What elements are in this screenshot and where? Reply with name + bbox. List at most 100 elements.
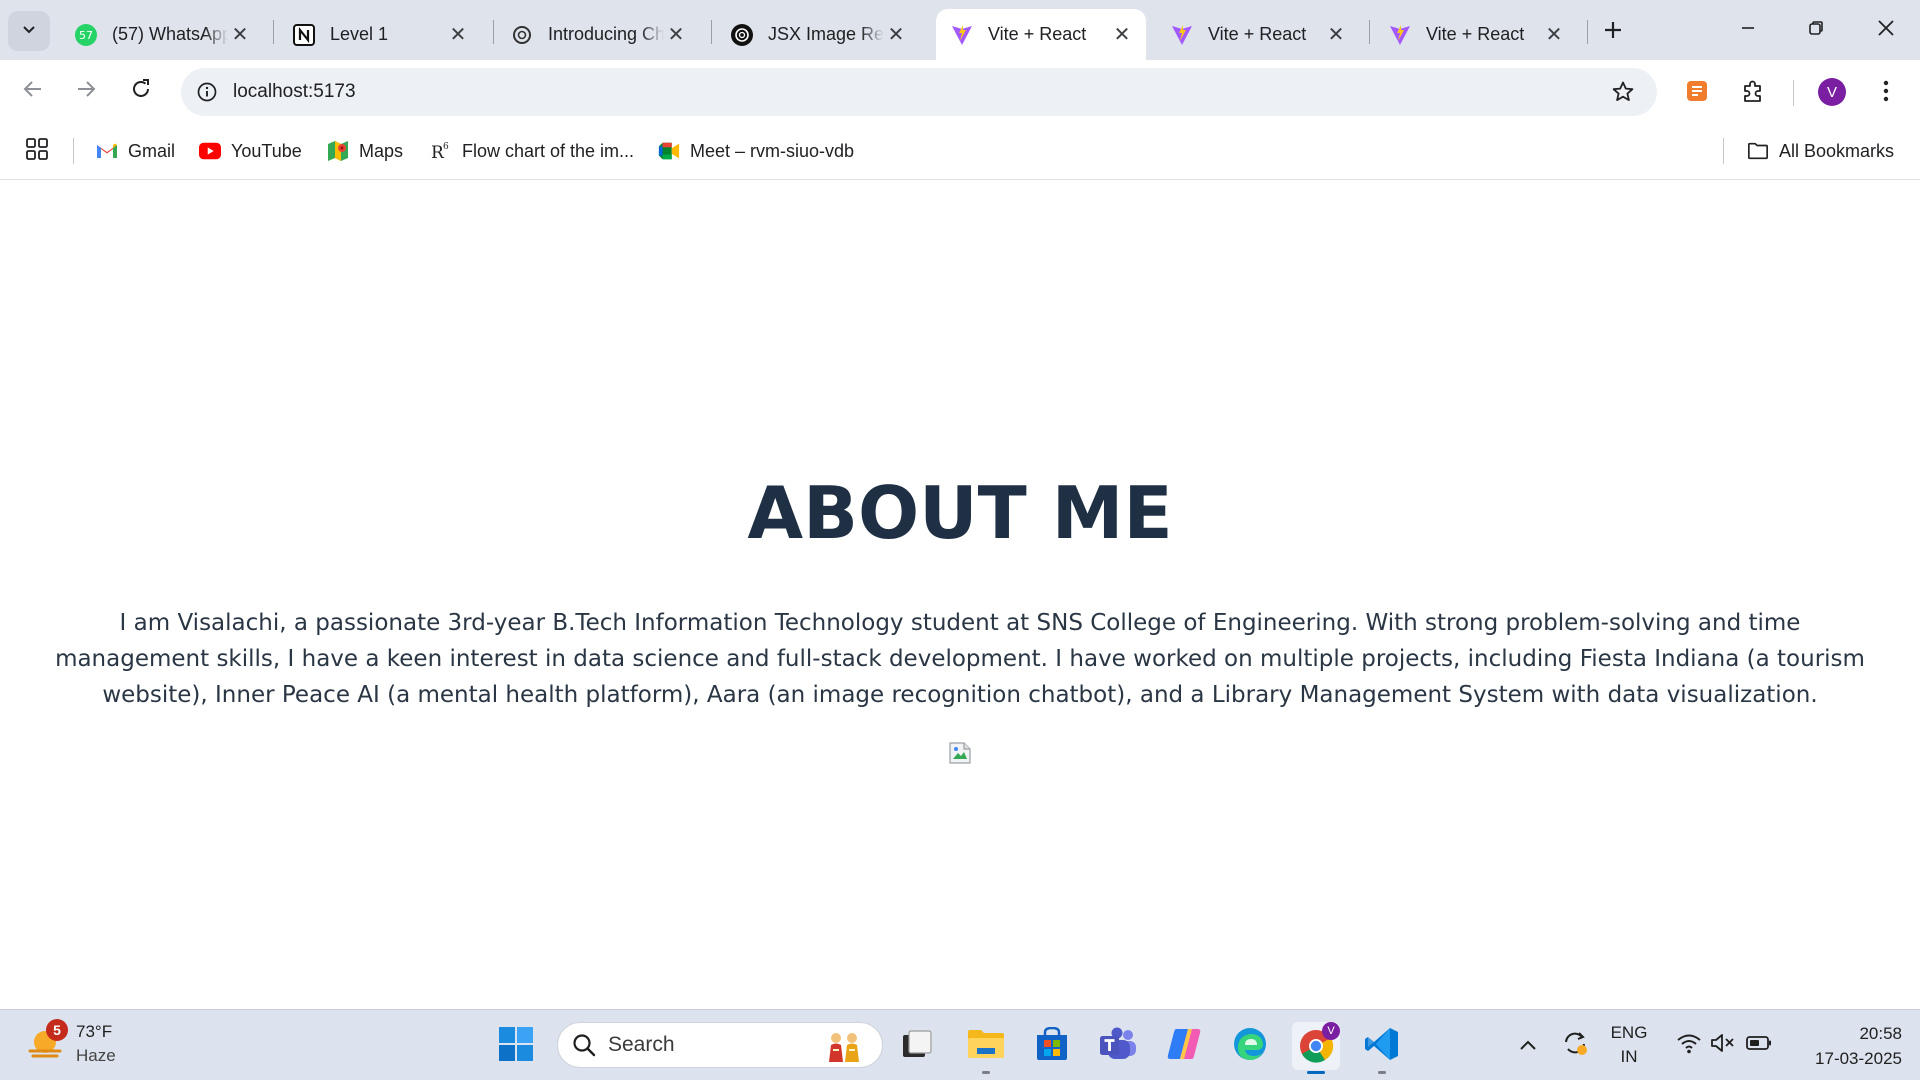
- bookmarks-bar: Gmail YouTube Maps R6 Flow chart of the …: [0, 122, 1920, 180]
- page-content: ABOUT ME I am Visalachi, a passionate 3r…: [0, 181, 1920, 1009]
- tab-whatsapp[interactable]: 57 (57) WhatsApp ✕: [60, 9, 264, 60]
- tab-title: Vite + React: [1426, 24, 1525, 44]
- minimize-button[interactable]: [1718, 8, 1778, 52]
- tab-vite-react-2[interactable]: Vite + React ✕: [1156, 9, 1360, 60]
- bookmark-youtube[interactable]: YouTube: [199, 137, 302, 165]
- edge-button[interactable]: [1226, 1022, 1274, 1070]
- battery-icon: [1746, 1035, 1772, 1056]
- close-icon[interactable]: ✕: [1542, 23, 1566, 47]
- teams-icon: [1099, 1027, 1137, 1066]
- tab-title: Introducing ChatGPT: [548, 24, 664, 44]
- volume-muted-icon: [1710, 1032, 1736, 1059]
- chrome-icon: V: [1298, 1022, 1340, 1064]
- tab-title: (57) WhatsApp: [112, 24, 228, 44]
- bookmark-separator: [73, 138, 74, 164]
- chevron-up-icon: [1519, 1036, 1537, 1056]
- restore-icon: [1808, 20, 1824, 41]
- search-highlight-icon: [824, 1028, 864, 1064]
- bookmark-flow-chart[interactable]: R6 Flow chart of the im...: [430, 137, 634, 165]
- chevron-down-icon: [21, 21, 37, 42]
- task-view-icon: [901, 1029, 933, 1064]
- tab-separator: [1587, 20, 1588, 44]
- site-info-icon[interactable]: [195, 80, 219, 104]
- restore-button[interactable]: [1786, 8, 1846, 52]
- chrome-button[interactable]: V: [1292, 1022, 1340, 1074]
- r6-icon: R6: [430, 140, 452, 162]
- language-indicator[interactable]: ENG IN: [1604, 1021, 1654, 1069]
- sync-tray-button[interactable]: [1557, 1010, 1593, 1080]
- task-view-button[interactable]: [893, 1022, 941, 1070]
- new-tab-button[interactable]: [1595, 14, 1631, 48]
- search-icon: [572, 1033, 596, 1057]
- teams-button[interactable]: [1094, 1022, 1142, 1070]
- tab-strip: 57 (57) WhatsApp ✕ Level 1 ✕ Introducing…: [0, 0, 1920, 60]
- close-icon[interactable]: ✕: [1110, 23, 1134, 47]
- tab-level-1[interactable]: Level 1 ✕: [278, 9, 482, 60]
- url-input[interactable]: [233, 81, 1533, 103]
- bookmark-label: Meet – rvm-siuo-vdb: [690, 140, 855, 161]
- taskbar-search[interactable]: Search: [557, 1022, 883, 1068]
- folder-icon: [1747, 140, 1769, 162]
- tab-separator: [273, 20, 274, 44]
- start-button[interactable]: [492, 1022, 540, 1070]
- reload-button[interactable]: [121, 71, 161, 111]
- sync-icon: [1561, 1029, 1589, 1062]
- search-label: Search: [608, 1033, 675, 1056]
- copilot-button[interactable]: [1160, 1022, 1208, 1070]
- apps-grid-button[interactable]: [26, 137, 48, 165]
- microsoft-store-button[interactable]: [1028, 1022, 1076, 1070]
- whatsapp-icon: 57: [74, 23, 98, 47]
- gmail-icon: [96, 140, 118, 162]
- running-indicator: [1378, 1071, 1386, 1074]
- tab-title: Level 1: [330, 24, 389, 44]
- folder-icon: [967, 1028, 1005, 1065]
- battery-button[interactable]: [1742, 1010, 1776, 1080]
- edge-icon: [1232, 1026, 1268, 1067]
- menu-kebab-icon[interactable]: [1870, 75, 1902, 107]
- back-button[interactable]: [13, 71, 53, 111]
- running-indicator: [1307, 1071, 1325, 1074]
- weather-temperature: 73°F: [76, 1022, 113, 1041]
- tab-vite-react-active[interactable]: Vite + React ✕: [936, 9, 1146, 60]
- tab-introducing[interactable]: Introducing ChatGPT ✕: [496, 9, 700, 60]
- openai-icon: [730, 23, 754, 47]
- minimize-icon: [1740, 20, 1756, 41]
- vscode-button[interactable]: [1358, 1022, 1406, 1074]
- all-bookmarks-label: All Bookmarks: [1779, 140, 1895, 161]
- show-hidden-icons-button[interactable]: [1512, 1010, 1544, 1080]
- system-clock[interactable]: 20:58 17-03-2025: [1782, 1021, 1902, 1071]
- vite-icon: [1388, 23, 1412, 47]
- profile-avatar[interactable]: V: [1818, 78, 1846, 106]
- file-explorer-button[interactable]: [962, 1022, 1010, 1074]
- volume-button[interactable]: [1706, 1010, 1740, 1080]
- close-icon[interactable]: ✕: [884, 23, 908, 47]
- bookmark-star-icon[interactable]: [1611, 80, 1635, 104]
- bookmark-gmail[interactable]: Gmail: [96, 137, 175, 165]
- close-window-button[interactable]: [1856, 8, 1916, 52]
- all-bookmarks-button[interactable]: All Bookmarks: [1747, 137, 1894, 165]
- close-icon[interactable]: ✕: [664, 23, 688, 47]
- apps-grid-icon: [26, 137, 48, 165]
- bookmark-maps[interactable]: Maps: [327, 137, 403, 165]
- tab-search-button[interactable]: [8, 11, 50, 51]
- extensions-puzzle-icon[interactable]: [1737, 75, 1769, 107]
- address-bar[interactable]: [181, 68, 1657, 116]
- tab-vite-react-3[interactable]: Vite + React ✕: [1374, 9, 1578, 60]
- bookmark-label: Gmail: [128, 140, 176, 161]
- youtube-icon: [199, 140, 221, 162]
- svg-text:6: 6: [443, 142, 449, 152]
- close-icon[interactable]: ✕: [228, 23, 252, 47]
- bookmark-meet[interactable]: Meet – rvm-siuo-vdb: [658, 137, 854, 165]
- forward-button[interactable]: [66, 71, 106, 111]
- close-icon[interactable]: ✕: [1324, 23, 1348, 47]
- tab-title: Vite + React: [988, 24, 1087, 44]
- tab-title: JSX Image Renderer: [768, 24, 884, 44]
- notion-icon: [292, 23, 316, 47]
- wifi-button[interactable]: [1672, 1010, 1706, 1080]
- close-icon[interactable]: ✕: [446, 23, 470, 47]
- weather-haze-icon: 5: [26, 1019, 68, 1063]
- weather-widget[interactable]: 5 73°F Haze: [26, 1019, 116, 1068]
- tab-jsx-image[interactable]: JSX Image Renderer ✕: [716, 9, 920, 60]
- page-title: ABOUT ME: [747, 471, 1173, 555]
- extension-orange-icon[interactable]: [1681, 75, 1713, 107]
